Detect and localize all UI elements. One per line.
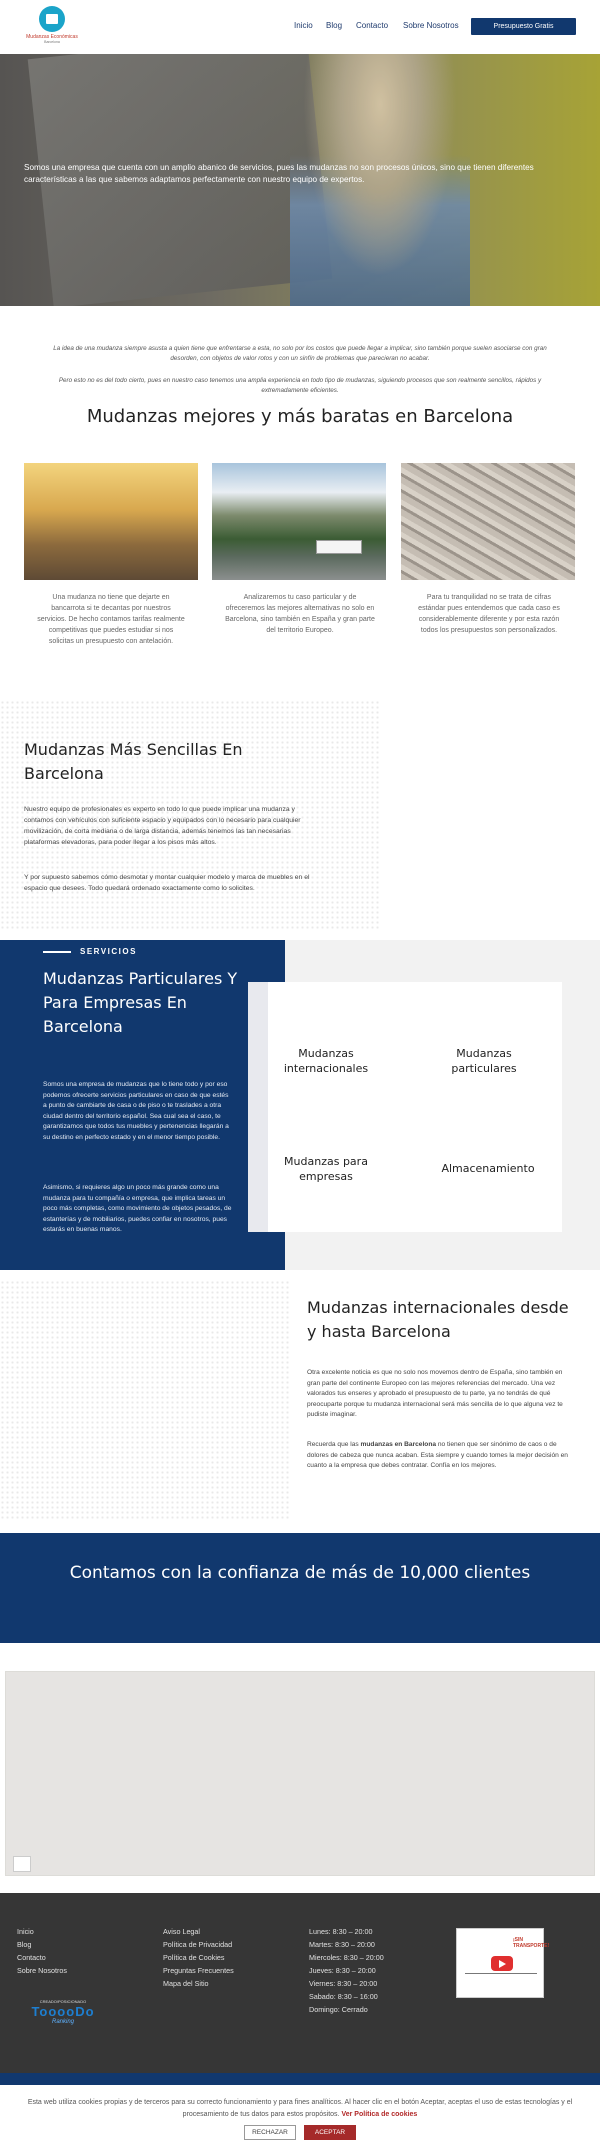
- intro-paragraph-2: Pero esto no es del todo cierto, pues en…: [58, 377, 542, 394]
- intro-paragraph-1: La idea de una mudanza siempre asusta a …: [53, 345, 547, 362]
- footer-link-blog[interactable]: Blog: [17, 1940, 31, 1949]
- column-2-text: Analizaremos tu caso particular y de ofr…: [225, 594, 375, 634]
- truck-icon: [316, 540, 362, 554]
- video-title: ¡SIN TRANSPORTE!: [513, 1937, 550, 1949]
- internacionales-paragraph-1: Otra excelente noticia es que no solo no…: [307, 1369, 563, 1418]
- footer-link-inicio[interactable]: Inicio: [17, 1927, 34, 1936]
- service-empresas[interactable]: Mudanzas para empresas: [266, 1154, 386, 1184]
- nav-blog[interactable]: Blog: [326, 21, 342, 30]
- youtube-video[interactable]: ¡SIN TRANSPORTE!: [456, 1928, 549, 1998]
- site-header: Mudanzas Económicas Barcelona Inicio Blo…: [0, 0, 600, 54]
- sencillas-paragraph-1: Nuestro equipo de profesionales es exper…: [24, 806, 301, 846]
- hours-viernes: Viernes: 8:30 – 20:00: [309, 1979, 378, 1988]
- services-divider: [43, 951, 71, 953]
- logo-icon: [39, 6, 65, 32]
- mountain-truck-image: [212, 463, 386, 580]
- sencillas-title: Mudanzas Más Sencillas En Barcelona: [24, 740, 243, 783]
- hero-text: Somos una empresa que cuenta con un ampl…: [24, 163, 534, 184]
- boxes-image: [401, 463, 575, 580]
- service-particulares[interactable]: Mudanzas particulares: [424, 1046, 544, 1076]
- accept-cookies-button[interactable]: ACEPTAR: [304, 2125, 356, 2140]
- world-map-dots-2: [0, 1280, 290, 1520]
- footer-link-mapa[interactable]: Mapa del Sitio: [163, 1979, 209, 1988]
- services-card: [248, 982, 562, 1232]
- site-logo[interactable]: Mudanzas Económicas Barcelona: [22, 6, 82, 46]
- clients-text: Contamos con la confianza de más de 10,0…: [69, 1563, 531, 1583]
- youtube-play-icon[interactable]: [491, 1956, 513, 1971]
- cookie-policy-link[interactable]: Ver Política de cookies: [341, 2111, 417, 2118]
- footer-link-aviso-legal[interactable]: Aviso Legal: [163, 1927, 200, 1936]
- service-internacionales[interactable]: Mudanzas internacionales: [266, 1046, 386, 1076]
- hours-miercoles: Miercoles: 8:30 – 20:00: [309, 1953, 384, 1962]
- services-card-accent: [248, 982, 268, 1232]
- nav-contacto[interactable]: Contacto: [356, 21, 388, 30]
- hours-domingo: Domingo: Cerrado: [309, 2005, 368, 2014]
- footer-link-contacto[interactable]: Contacto: [17, 1953, 46, 1962]
- services-paragraph-2: Asimismo, si requieres algo un poco más …: [43, 1184, 232, 1233]
- column-3-text: Para tu tranquilidad no se trata de cifr…: [418, 594, 560, 634]
- todo-ranking-badge[interactable]: CREADO/POSICIONADO TooooDo Ranking: [30, 1999, 96, 2033]
- video-sketch-line: [465, 1973, 537, 1974]
- services-left-panel: SERVICIOS Mudanzas Particulares Y Para E…: [0, 940, 285, 1270]
- sencillas-paragraph-2: Y por supuesto sabemos cómo desmotar y m…: [24, 874, 310, 892]
- services-paragraph-1: Somos una empresa de mudanzas que lo tie…: [43, 1081, 229, 1141]
- services-label: SERVICIOS: [80, 947, 137, 956]
- nav-sobre-nosotros[interactable]: Sobre Nosotros: [403, 21, 459, 30]
- footer-link-privacidad[interactable]: Política de Privacidad: [163, 1940, 232, 1949]
- cookie-message: Esta web utiliza cookies propias y de te…: [27, 2099, 573, 2118]
- footer-link-cookies[interactable]: Política de Cookies: [163, 1953, 225, 1962]
- site-footer: Inicio Blog Contacto Sobre Nosotros Avis…: [0, 1893, 600, 2073]
- footer-bottom-bar: [0, 2073, 600, 2085]
- hours-lunes: Lunes: 8:30 – 20:00: [309, 1927, 373, 1936]
- main-title: Mudanzas mejores y más baratas en Barcel…: [86, 406, 514, 427]
- cookie-text: Esta web utiliza cookies propias y de te…: [10, 2097, 590, 2121]
- hours-jueves: Jueves: 8:30 – 20:00: [309, 1966, 376, 1975]
- hours-sabado: Sabado: 8:30 – 16:00: [309, 1992, 378, 2001]
- clients-banner: Contamos con la confianza de más de 10,0…: [0, 1533, 600, 1643]
- service-almacenamiento[interactable]: Almacenamiento: [428, 1161, 548, 1176]
- presupuesto-button[interactable]: Presupuesto Gratis: [471, 18, 576, 35]
- services-section: SERVICIOS Mudanzas Particulares Y Para E…: [0, 940, 600, 1270]
- internacionales-paragraph-2: Recuerda que las mudanzas en Barcelona n…: [307, 1440, 575, 1472]
- column-1-text: Una mudanza no tiene que dejarte en banc…: [37, 594, 185, 645]
- hours-martes: Martes: 8:30 – 20:00: [309, 1940, 375, 1949]
- logo-subtext: Barcelona: [44, 40, 60, 44]
- hero-banner: Somos una empresa que cuenta con un ampl…: [0, 54, 600, 306]
- google-map[interactable]: [5, 1671, 595, 1876]
- footer-link-faq[interactable]: Preguntas Frecuentes: [163, 1966, 234, 1975]
- cookie-banner: Esta web utiliza cookies propias y de te…: [0, 2085, 600, 2149]
- badge-main: TooooDo: [31, 2004, 95, 2019]
- nav-inicio[interactable]: Inicio: [294, 21, 313, 30]
- map-control-button[interactable]: [13, 1856, 31, 1872]
- footer-link-sobre-nosotros[interactable]: Sobre Nosotros: [17, 1966, 67, 1975]
- badge-sub: Ranking: [51, 2019, 74, 2025]
- p2-bold: mudanzas en Barcelona: [360, 1441, 437, 1448]
- internacionales-title: Mudanzas internacionales desde y hasta B…: [307, 1298, 569, 1341]
- sunset-car-image: [24, 463, 198, 580]
- p2-pre: Recuerda que las: [307, 1441, 361, 1448]
- reject-cookies-button[interactable]: RECHAZAR: [244, 2125, 296, 2140]
- services-title: Mudanzas Particulares Y Para Empresas En…: [43, 969, 238, 1036]
